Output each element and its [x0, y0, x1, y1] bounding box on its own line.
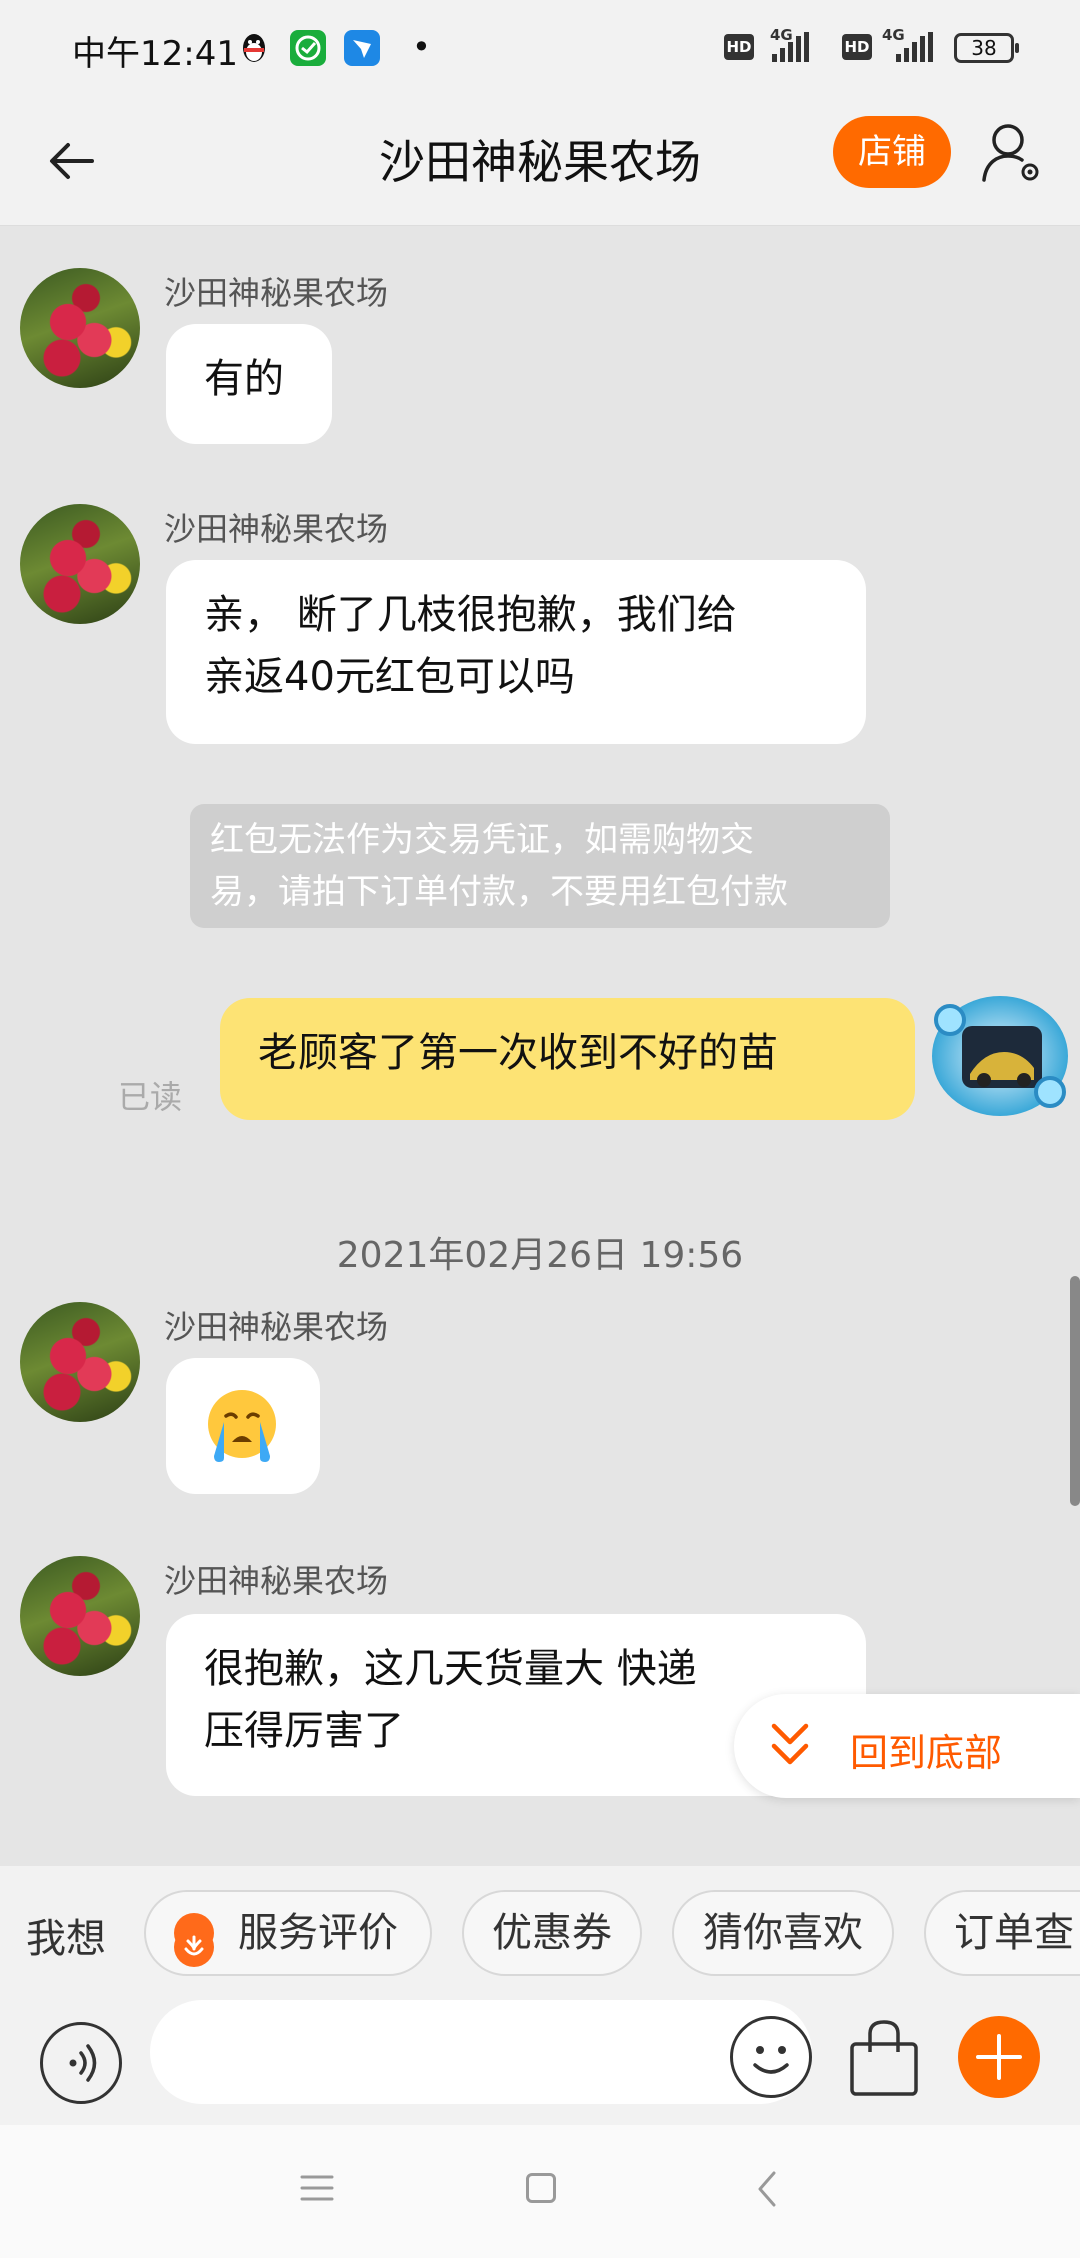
double-chevron-down-icon	[766, 1718, 814, 1774]
message-text: 亲， 断了几枝很抱歉，我们给	[204, 592, 737, 638]
chip-service-rating[interactable]: 服务评价	[144, 1890, 432, 1976]
hd-badge: HD	[724, 34, 754, 60]
quick-actions-row: 我想 服务评价 优惠券 猜你喜欢 订单查	[0, 1866, 1080, 2000]
message-text: 很抱歉，这几天货量大 快递	[204, 1646, 697, 1692]
chip-label: 优惠券	[492, 1910, 612, 1956]
nav-back-icon[interactable]	[752, 2169, 782, 2209]
menu-icon[interactable]	[300, 2171, 334, 2205]
flower-icon	[174, 1913, 214, 1967]
crying-face-emoji-icon	[202, 1384, 282, 1464]
avatar[interactable]	[20, 1302, 140, 1422]
signal-icon	[896, 32, 933, 62]
message-text: 亲返40元红包可以吗	[204, 654, 575, 700]
back-to-bottom-button[interactable]: 回到底部	[734, 1694, 1080, 1798]
green-app-icon	[290, 30, 326, 66]
chip-coupon[interactable]: 优惠券	[462, 1890, 642, 1976]
qq-icon	[236, 30, 272, 66]
user-settings-icon[interactable]	[980, 120, 1044, 186]
blue-app-icon	[344, 30, 380, 66]
signal-icon	[772, 32, 809, 62]
read-status: 已读	[118, 1078, 183, 1116]
chat-header: 沙田神秘果农场 店铺	[0, 96, 1080, 226]
sender-name: 沙田神秘果农场	[164, 1308, 389, 1346]
emoji-icon[interactable]	[730, 2016, 812, 2098]
quick-actions-label: 我想	[26, 1916, 106, 1962]
avatar[interactable]	[20, 504, 140, 624]
my-avatar[interactable]	[926, 990, 1070, 1120]
avatar[interactable]	[20, 268, 140, 388]
system-nav-bar	[0, 2125, 1080, 2258]
chip-label: 订单查	[954, 1910, 1074, 1956]
chip-label: 猜你喜欢	[703, 1910, 863, 1956]
chip-label: 服务评价	[238, 1910, 398, 1956]
message-bubble[interactable]: 有的	[166, 324, 332, 444]
notice-text: 红包无法作为交易凭证，如需购物交	[210, 820, 754, 860]
chat-area[interactable]: 沙田神秘果农场 有的 沙田神秘果农场 亲， 断了几枝很抱歉，我们给 亲返40元红…	[0, 226, 1080, 1866]
system-notice: 红包无法作为交易凭证，如需购物交 易，请拍下订单付款，不要用红包付款	[190, 804, 890, 928]
home-icon[interactable]	[526, 2173, 556, 2203]
shopping-bag-icon[interactable]	[846, 2016, 922, 2100]
chip-recommendations[interactable]: 猜你喜欢	[672, 1890, 894, 1976]
shop-button[interactable]: 店铺	[833, 116, 951, 188]
my-message-bubble[interactable]: 老顾客了第一次收到不好的苗	[220, 998, 915, 1120]
voice-input-icon[interactable]	[40, 2022, 122, 2104]
avatar[interactable]	[20, 1556, 140, 1676]
status-bar: 中午12:41 • HD 4G HD 4G 38	[0, 0, 1080, 96]
notification-dot: •	[412, 28, 431, 66]
message-text: 老顾客了第一次收到不好的苗	[258, 1030, 778, 1076]
plus-icon[interactable]	[958, 2016, 1040, 2098]
battery-icon: 38	[954, 33, 1019, 63]
message-text: 有的	[204, 356, 284, 402]
timestamp: 2021年02月26日 19:56	[336, 1235, 744, 1276]
status-time: 中午12:41	[72, 34, 238, 74]
scrollbar[interactable]	[1070, 1276, 1080, 1506]
message-input[interactable]	[150, 2000, 812, 2104]
chip-order-lookup[interactable]: 订单查	[924, 1890, 1080, 1976]
sender-name: 沙田神秘果农场	[164, 510, 389, 548]
message-bubble[interactable]: 亲， 断了几枝很抱歉，我们给 亲返40元红包可以吗	[166, 560, 866, 744]
message-bubble[interactable]	[166, 1358, 320, 1494]
sender-name: 沙田神秘果农场	[164, 274, 389, 312]
back-to-bottom-label: 回到底部	[850, 1731, 1003, 1775]
notice-text: 易，请拍下订单付款，不要用红包付款	[210, 872, 788, 912]
hd-badge: HD	[842, 34, 872, 60]
sender-name: 沙田神秘果农场	[164, 1562, 389, 1600]
input-bar	[0, 2000, 1080, 2125]
